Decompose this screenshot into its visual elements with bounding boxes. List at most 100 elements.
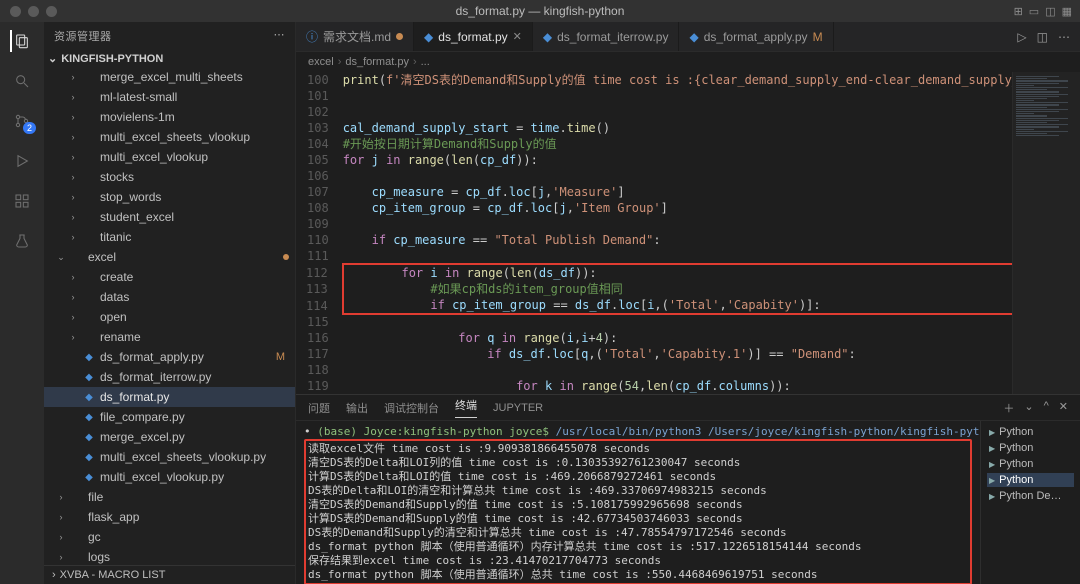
code-line[interactable]: #如果cp和ds的item_group值相同 xyxy=(343,281,1012,297)
terminal-instance[interactable]: ▶Python xyxy=(987,473,1074,487)
panel-tab[interactable]: 终端 xyxy=(455,397,477,418)
code-line[interactable] xyxy=(343,362,1012,378)
code-editor[interactable]: 100print(f'清空DS表的Demand和Supply的值 time co… xyxy=(296,72,1012,394)
file-item[interactable]: ◆ds_format.py xyxy=(44,387,295,407)
folder-item[interactable]: ›multi_excel_vlookup xyxy=(44,147,295,167)
editor-tab[interactable]: ◆ds_format_apply.pyM xyxy=(679,22,833,51)
chevron-right-icon[interactable]: › xyxy=(68,332,78,342)
folder-item[interactable]: ›create xyxy=(44,267,295,287)
code-line[interactable]: for i in range(len(ds_df)): xyxy=(343,264,1012,281)
testing-icon[interactable] xyxy=(11,230,33,252)
code-line[interactable]: if cp_measure == "Total Publish Demand": xyxy=(343,232,1012,248)
chevron-down-icon[interactable]: ⌄ xyxy=(48,52,57,65)
close-tab-icon[interactable]: ✕ xyxy=(513,30,522,43)
file-item[interactable]: ◆ds_format_apply.pyM xyxy=(44,347,295,367)
code-line[interactable] xyxy=(343,104,1012,120)
code-line[interactable]: cp_measure = cp_df.loc[j,'Measure'] xyxy=(343,184,1012,200)
chevron-right-icon[interactable]: › xyxy=(56,512,66,522)
editor-tab[interactable]: ◆ds_format_iterrow.py xyxy=(533,22,680,51)
panel-maximize-icon[interactable]: ^ xyxy=(1044,400,1049,416)
breadcrumb[interactable]: excel › ds_format.py › ... xyxy=(296,52,1080,72)
code-line[interactable] xyxy=(343,216,1012,232)
chevron-right-icon[interactable]: › xyxy=(56,532,66,542)
file-item[interactable]: ◆file_compare.py xyxy=(44,407,295,427)
code-line[interactable] xyxy=(343,88,1012,104)
chevron-right-icon[interactable]: › xyxy=(68,312,78,322)
source-control-icon[interactable] xyxy=(11,110,33,132)
chevron-right-icon[interactable]: › xyxy=(68,192,78,202)
panel-add-icon[interactable]: ＋ xyxy=(1003,400,1014,416)
folder-item[interactable]: ›gc xyxy=(44,527,295,547)
folder-item[interactable]: ›titanic xyxy=(44,227,295,247)
more-icon[interactable]: ⋯ xyxy=(1058,30,1070,44)
breadcrumb-item[interactable]: excel xyxy=(308,56,334,68)
run-icon[interactable]: ▷ xyxy=(1017,30,1026,44)
split-editor-icon[interactable]: ◫ xyxy=(1037,30,1048,44)
code-line[interactable]: for j in range(len(cp_df)): xyxy=(343,152,1012,168)
code-line[interactable]: for q in range(i,i+4): xyxy=(343,330,1012,346)
folder-item[interactable]: ›stop_words xyxy=(44,187,295,207)
minimap[interactable] xyxy=(1012,72,1080,394)
explorer-icon[interactable] xyxy=(10,30,32,52)
chevron-right-icon[interactable]: › xyxy=(68,72,78,82)
code-line[interactable]: if ds_df.loc[q,('Total','Capabity.1')] =… xyxy=(343,346,1012,362)
code-line[interactable]: cp_item_group = cp_df.loc[j,'Item Group'… xyxy=(343,200,1012,216)
chevron-right-icon[interactable]: › xyxy=(68,272,78,282)
chevron-right-icon[interactable]: › xyxy=(68,172,78,182)
panel-tab[interactable]: 输出 xyxy=(346,400,368,416)
code-line[interactable] xyxy=(343,168,1012,184)
run-debug-icon[interactable] xyxy=(11,150,33,172)
file-item[interactable]: ◆multi_excel_sheets_vlookup.py xyxy=(44,447,295,467)
chevron-right-icon[interactable]: › xyxy=(56,492,66,502)
terminal-instance[interactable]: ▶Python xyxy=(987,441,1074,455)
code-line[interactable]: print(f'清空DS表的Demand和Supply的值 time cost … xyxy=(343,72,1012,88)
code-line[interactable]: cal_demand_supply_start = time.time() xyxy=(343,120,1012,136)
chevron-right-icon[interactable]: › xyxy=(68,232,78,242)
chevron-right-icon[interactable]: › xyxy=(68,92,78,102)
terminal-instance[interactable]: ▶Python xyxy=(987,425,1074,439)
code-line[interactable]: if cp_item_group == ds_df.loc[i,('Total'… xyxy=(343,297,1012,314)
chevron-right-icon[interactable]: › xyxy=(68,292,78,302)
chevron-right-icon[interactable]: › xyxy=(68,152,78,162)
file-item[interactable]: ◆merge_excel.py xyxy=(44,427,295,447)
chevron-right-icon[interactable]: › xyxy=(68,212,78,222)
terminal-instance[interactable]: ▶Python xyxy=(987,457,1074,471)
code-line[interactable] xyxy=(343,248,1012,264)
code-line[interactable]: #开始按日期计算Demand和Supply的值 xyxy=(343,136,1012,152)
file-item[interactable]: ◆ds_format_iterrow.py xyxy=(44,367,295,387)
chevron-right-icon[interactable]: › xyxy=(68,112,78,122)
folder-item[interactable]: ›rename xyxy=(44,327,295,347)
panel-tab[interactable]: 调试控制台 xyxy=(384,400,439,416)
folder-item[interactable]: ›multi_excel_sheets_vlookup xyxy=(44,127,295,147)
editor-tab[interactable]: ◆ds_format.py✕ xyxy=(414,22,533,51)
file-item[interactable]: ◆multi_excel_vlookup.py xyxy=(44,467,295,487)
breadcrumb-item[interactable]: ds_format.py xyxy=(345,56,409,68)
chevron-down-icon[interactable]: ⌄ xyxy=(56,252,66,263)
terminal[interactable]: • (base) Joyce:kingfish-python joyce$ /u… xyxy=(296,421,980,584)
folder-item[interactable]: ›merge_excel_multi_sheets xyxy=(44,67,295,87)
breadcrumb-item[interactable]: ... xyxy=(421,56,430,68)
folder-item[interactable]: ›student_excel xyxy=(44,207,295,227)
folder-item[interactable]: ›datas xyxy=(44,287,295,307)
panel-tab[interactable]: 问题 xyxy=(308,400,330,416)
code-line[interactable] xyxy=(343,314,1012,330)
panel-split-icon[interactable]: ⌄ xyxy=(1024,400,1033,416)
terminal-instance[interactable]: ▶Python De… xyxy=(987,489,1074,503)
folder-item[interactable]: ›ml-latest-small xyxy=(44,87,295,107)
folder-item[interactable]: ›movielens-1m xyxy=(44,107,295,127)
editor-tab[interactable]: ⓘ需求文档.md xyxy=(296,22,414,51)
folder-item[interactable]: ›flask_app xyxy=(44,507,295,527)
section-xvba[interactable]: XVBA - MACRO LIST xyxy=(60,569,166,581)
folder-item[interactable]: ›logs xyxy=(44,547,295,565)
explorer-more-icon[interactable]: ⋯ xyxy=(274,28,286,44)
folder-item[interactable]: ⌄excel xyxy=(44,247,295,267)
folder-item[interactable]: ›file xyxy=(44,487,295,507)
folder-item[interactable]: ›stocks xyxy=(44,167,295,187)
chevron-right-icon[interactable]: › xyxy=(68,132,78,142)
chevron-right-icon[interactable]: › xyxy=(52,569,56,581)
folder-item[interactable]: ›open xyxy=(44,307,295,327)
panel-close-icon[interactable]: ✕ xyxy=(1059,400,1068,416)
panel-tab[interactable]: JUPYTER xyxy=(493,402,543,414)
chevron-right-icon[interactable]: › xyxy=(56,552,66,562)
search-icon[interactable] xyxy=(11,70,33,92)
